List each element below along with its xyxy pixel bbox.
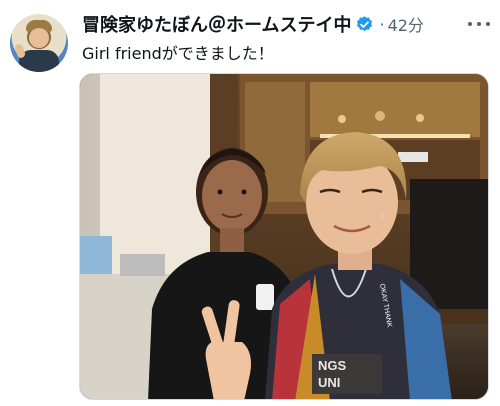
shelf-item bbox=[338, 115, 346, 123]
avatar-face bbox=[29, 28, 49, 48]
counter bbox=[80, 274, 160, 399]
more-dot bbox=[486, 22, 490, 26]
tweet-photo[interactable]: NGS UNI OKAY THANK bbox=[79, 73, 489, 400]
more-dot bbox=[468, 22, 472, 26]
tweet-header: 冒険家ゆたぼん＠ホームステイ中 · 42分 bbox=[82, 11, 424, 37]
glasses-row bbox=[398, 152, 428, 162]
blue-box bbox=[80, 236, 112, 274]
shirt-print-top: NGS bbox=[318, 358, 347, 373]
shelf-item bbox=[416, 114, 424, 122]
tweet-card[interactable]: 冒険家ゆたぼん＠ホームステイ中 · 42分 Girl friendができました！ bbox=[0, 0, 500, 406]
shelf-item bbox=[375, 111, 385, 121]
shirt-print-bottom: UNI bbox=[318, 375, 340, 390]
shelf-upper bbox=[310, 82, 480, 137]
verified-badge-icon bbox=[355, 15, 374, 34]
author-name[interactable]: 冒険家ゆたぼん＠ホームステイ中 bbox=[82, 11, 351, 37]
appliance bbox=[120, 254, 165, 276]
header-separator: · bbox=[379, 14, 385, 34]
more-dot bbox=[477, 22, 481, 26]
tweet-text: Girl friendができました！ bbox=[82, 44, 274, 63]
tweet-timestamp[interactable]: 42分 bbox=[388, 12, 424, 36]
more-options-icon[interactable] bbox=[468, 14, 490, 34]
white-panel bbox=[100, 74, 210, 274]
photo-illustration: NGS UNI OKAY THANK bbox=[80, 74, 488, 399]
author-avatar[interactable] bbox=[10, 14, 68, 72]
